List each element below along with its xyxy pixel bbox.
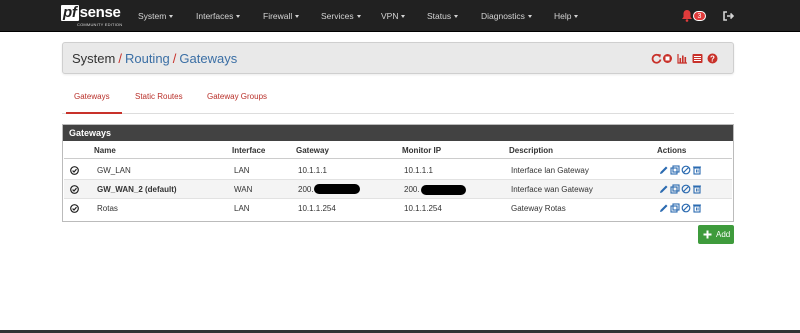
trash-icon[interactable] [692, 203, 702, 213]
copy-icon[interactable] [670, 184, 680, 194]
gateways-panel: Gateways Name Interface Gateway Monitor … [62, 124, 734, 222]
gateway-monitor-ip: 10.1.1.254 [404, 204, 442, 213]
table-row: Rotas LAN 10.1.1.254 10.1.1.254 Gateway … [64, 199, 732, 218]
notification-count-badge[interactable]: 3 [693, 11, 706, 21]
breadcrumb-panel: System / Routing / Gateways ? [62, 42, 734, 74]
menu-status[interactable]: Status [427, 11, 459, 21]
column-header-description: Description [509, 146, 554, 155]
tab-gateways[interactable]: Gateways [74, 92, 110, 101]
gateway-description: Gateway Rotas [511, 204, 566, 213]
caret-down-icon [356, 15, 361, 19]
menu-diagnostics-label: Diagnostics [481, 11, 525, 21]
column-header-gateway: Gateway [296, 146, 329, 155]
status-stop-icon[interactable] [662, 53, 673, 64]
top-navbar: pf sense COMMUNITY EDITION System Interfa… [0, 0, 800, 32]
column-header-monitor-ip: Monitor IP [402, 146, 442, 155]
caret-down-icon [401, 15, 406, 19]
check-circle-icon [70, 166, 79, 175]
menu-vpn-label: VPN [381, 11, 399, 21]
redaction-mark [421, 185, 466, 195]
gateway-description: Interface wan Gateway [511, 185, 593, 194]
disable-icon[interactable] [681, 165, 691, 175]
disable-icon[interactable] [681, 203, 691, 213]
trash-icon[interactable] [692, 184, 702, 194]
breadcrumb-separator: / [118, 51, 122, 66]
trash-icon[interactable] [692, 165, 702, 175]
gateway-monitor-ip: 10.1.1.1 [404, 166, 433, 175]
svg-text:?: ? [710, 55, 715, 64]
gateway-name: GW_WAN_2 (default) [97, 185, 177, 194]
check-circle-icon [70, 204, 79, 213]
caret-down-icon [295, 15, 300, 19]
tab-gateway-groups[interactable]: Gateway Groups [207, 92, 267, 101]
breadcrumb: System / Routing / Gateways [72, 51, 237, 66]
add-button-label: Add [716, 230, 731, 239]
caret-down-icon [574, 15, 579, 19]
breadcrumb-system: System [72, 51, 116, 66]
pfsense-logo[interactable]: pf sense COMMUNITY EDITION [61, 5, 123, 29]
menu-interfaces-label: Interfaces [196, 11, 234, 21]
menu-system[interactable]: System [138, 11, 174, 21]
panel-title: Gateways [63, 125, 733, 141]
menu-help-label: Help [554, 11, 572, 21]
active-tab-indicator [66, 112, 122, 114]
add-gateway-button[interactable]: Add [698, 225, 734, 244]
pencil-icon[interactable] [659, 184, 669, 194]
logo-suffix: sense [79, 4, 121, 21]
menu-interfaces[interactable]: Interfaces [196, 11, 241, 21]
tab-static-routes[interactable]: Static Routes [135, 92, 183, 101]
gateway-address: 200. [298, 185, 314, 194]
gateway-name: GW_LAN [97, 166, 131, 175]
bell-icon[interactable] [681, 9, 693, 22]
menu-firewall[interactable]: Firewall [263, 11, 300, 21]
copy-icon[interactable] [670, 203, 680, 213]
menu-services-label: Services [321, 11, 354, 21]
gateway-interface: LAN [234, 166, 250, 175]
tab-bar: Gateways Static Routes Gateway Groups [62, 86, 734, 114]
menu-diagnostics[interactable]: Diagnostics [481, 11, 532, 21]
menu-vpn[interactable]: VPN [381, 11, 406, 21]
sign-out-icon[interactable] [722, 10, 734, 22]
caret-down-icon [236, 15, 241, 19]
gateway-monitor-ip: 200. [404, 185, 420, 194]
menu-status-label: Status [427, 11, 452, 21]
bar-chart-icon[interactable] [677, 53, 688, 64]
redaction-mark [314, 184, 360, 194]
log-list-icon[interactable] [692, 53, 703, 64]
caret-down-icon [454, 15, 459, 19]
menu-system-label: System [138, 11, 167, 21]
check-circle-icon [70, 185, 79, 194]
pencil-icon[interactable] [659, 165, 669, 175]
breadcrumb-gateways-link[interactable]: Gateways [179, 51, 237, 66]
pencil-icon[interactable] [659, 203, 669, 213]
breadcrumb-separator: / [172, 51, 177, 66]
gateway-description: Interface lan Gateway [511, 166, 589, 175]
gateway-interface: LAN [234, 204, 250, 213]
disable-icon[interactable] [681, 184, 691, 194]
gateway-interface: WAN [234, 185, 253, 194]
copy-icon[interactable] [670, 165, 680, 175]
table-row: GW_WAN_2 (default) WAN 200. 200. Interfa… [64, 180, 732, 199]
caret-down-icon [527, 15, 532, 19]
menu-firewall-label: Firewall [263, 11, 293, 21]
menu-services[interactable]: Services [321, 11, 361, 21]
column-header-name: Name [94, 146, 116, 155]
plus-icon [703, 230, 712, 239]
gateway-address: 10.1.1.1 [298, 166, 327, 175]
gateway-address: 10.1.1.254 [298, 204, 336, 213]
column-header-interface: Interface [232, 146, 266, 155]
breadcrumb-routing-link[interactable]: Routing [125, 51, 170, 66]
logo-edition: COMMUNITY EDITION [77, 22, 123, 27]
logo-wordmark: pf sense [61, 5, 121, 21]
menu-help[interactable]: Help [554, 11, 579, 21]
help-icon[interactable]: ? [707, 53, 718, 64]
header-divider [64, 158, 732, 159]
gateway-name: Rotas [97, 204, 118, 213]
restart-service-icon[interactable] [651, 53, 662, 64]
logo-prefix: pf [61, 4, 79, 21]
caret-down-icon [169, 15, 174, 19]
column-header-actions: Actions [657, 146, 687, 155]
table-row: GW_LAN LAN 10.1.1.1 10.1.1.1 Interface l… [64, 161, 732, 180]
